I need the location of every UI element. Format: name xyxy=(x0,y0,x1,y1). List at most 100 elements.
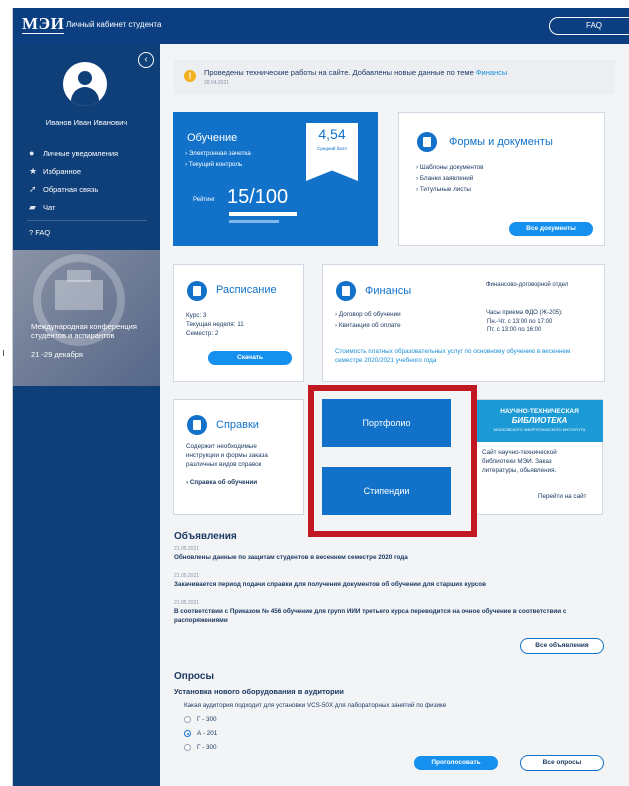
announcement-date: 21.05.2021 xyxy=(174,573,200,579)
certificate-icon xyxy=(187,415,207,435)
poll-option-label: Г - 300 xyxy=(197,744,217,751)
poll-option[interactable]: Г - 300 xyxy=(184,716,217,723)
highlight-frame xyxy=(308,385,477,537)
gpa-label: Средний балл xyxy=(317,146,347,151)
sidebar-item-label: Обратная связь xyxy=(43,184,99,194)
hours-fri: Пт. с 13:00 по 16:00 xyxy=(487,327,542,333)
gpa-ribbon: 4,54 Средний балл xyxy=(306,123,358,181)
study-certificate-link[interactable]: Справка об обучении xyxy=(186,479,257,490)
gpa-value: 4,54 xyxy=(318,126,346,142)
receipt-link[interactable]: Квитанция об оплате xyxy=(335,322,401,333)
semester: Семестр: 2 xyxy=(186,330,219,337)
schedule-card: Расписание Курс: 3 Текущая неделя: 11 Се… xyxy=(173,264,304,382)
title-pages-link[interactable]: Титульные листы xyxy=(416,186,484,197)
collapse-sidebar-icon[interactable]: ‹ xyxy=(138,52,154,68)
finance-links: Договор об обучении Квитанция об оплате xyxy=(335,311,401,333)
notice-date: 28.04.2021 xyxy=(204,80,230,86)
certificates-card: Справки Содержит необходимые инструкции … xyxy=(173,399,304,515)
documents-title: Формы и документы xyxy=(449,136,553,148)
star-icon: ★ xyxy=(29,165,38,176)
rating-value: 15/100 xyxy=(227,186,289,208)
study-links: Электронная зачетка Текущий контроль xyxy=(185,150,251,172)
notice-link[interactable]: Финансы xyxy=(476,68,508,77)
library-card: НАУЧНО-ТЕХНИЧЕСКАЯ БИБЛИОТЕКА МОСКОВСКОГ… xyxy=(475,399,603,515)
avatar-body-shape xyxy=(71,87,99,106)
finance-dept-title: Финансово-договорной отдел xyxy=(486,282,569,288)
library-head-line1: НАУЧНО-ТЕХНИЧЕСКАЯ xyxy=(500,408,579,415)
warning-icon: ! xyxy=(184,70,196,82)
mei-logo[interactable]: МЭИ xyxy=(22,15,65,34)
top-bar: МЭИ Личный кабинет студента FAQ xyxy=(13,8,629,44)
banner-date: 21 -29 декабря xyxy=(31,350,83,359)
library-logo-banner[interactable]: НАУЧНО-ТЕХНИЧЕСКАЯ БИБЛИОТЕКА МОСКОВСКОГ… xyxy=(476,400,603,442)
poll-option-label: А - 201 xyxy=(197,730,218,737)
vote-button[interactable]: Проголосовать xyxy=(414,756,498,770)
poll-option-selected[interactable]: А - 201 xyxy=(184,730,217,737)
calendar-icon xyxy=(187,281,207,301)
announcement-link[interactable]: Обновлены данные по защитам студентов в … xyxy=(174,553,604,562)
radio-button[interactable] xyxy=(184,716,191,723)
forms-link[interactable]: Бланки заявлений xyxy=(416,175,484,186)
sidebar-item-label: Личные уведомления xyxy=(43,148,119,158)
certificates-links: Справка об обучении xyxy=(186,479,257,490)
templates-link[interactable]: Шаблоны документов xyxy=(416,164,484,175)
all-polls-button[interactable]: Все опросы xyxy=(520,755,604,771)
documents-icon xyxy=(417,132,437,152)
all-announcements-button[interactable]: Все объявления xyxy=(520,638,604,654)
rating-label: Рейтинг xyxy=(193,197,216,203)
conference-banner[interactable]: Международная конференция студентов и ас… xyxy=(13,250,160,386)
sidebar-menu: ● Личные уведомления ★ Избранное ➚ Обрат… xyxy=(29,144,118,216)
current-week: Текущая неделя: 11 xyxy=(186,321,244,328)
sidebar-item-feedback[interactable]: ➚ Обратная связь xyxy=(29,180,118,198)
info-icon: ● xyxy=(29,148,35,158)
sidebar: ‹ Иванов Иван Иванович ● Личные уведомле… xyxy=(13,44,160,786)
sidebar-item-chat[interactable]: ▰ Чат xyxy=(29,198,118,216)
hours-mon-thu: Пн.-Чт. с 13:00 по 17:00 xyxy=(487,318,553,325)
course-number: Курс: 3 xyxy=(186,312,207,319)
chat-icon: ▰ xyxy=(29,201,36,212)
rating-bar-secondary xyxy=(229,220,279,223)
radio-button[interactable] xyxy=(184,744,191,751)
radio-button-checked[interactable] xyxy=(184,730,191,737)
sidebar-item-faq[interactable]: ? FAQ xyxy=(29,228,50,237)
avatar[interactable] xyxy=(63,62,107,106)
sidebar-item-label: Чат xyxy=(43,202,56,212)
announcement-link[interactable]: Закачивается период подачи справки для п… xyxy=(174,580,604,589)
announcement-link[interactable]: В соответствии с Приказом № 456 обучение… xyxy=(174,607,608,625)
poll-option[interactable]: Г - 300 xyxy=(184,744,217,751)
contract-link[interactable]: Договор об обучении xyxy=(335,311,401,322)
tuition-cost-link[interactable]: Стоимость платных образовательных услуг … xyxy=(335,347,593,365)
announcements-title: Объявления xyxy=(174,531,237,542)
poll-subquestion: Какая аудитория подходит для установки V… xyxy=(184,702,447,709)
library-site-link[interactable]: Перейти на сайт xyxy=(538,492,586,501)
sidebar-item-favorites[interactable]: ★ Избранное xyxy=(29,162,118,180)
faq-button[interactable]: FAQ xyxy=(549,17,629,35)
library-description: Сайт научно-технической библиотеки МЭИ. … xyxy=(482,449,557,474)
rating-bar xyxy=(229,212,297,216)
schedule-title: Расписание xyxy=(216,284,277,296)
notice-text: Проведены технические работы на сайте. Д… xyxy=(204,68,508,77)
study-card: Обучение Электронная зачетка Текущий кон… xyxy=(173,112,378,246)
notice-banner: ! Проведены технические работы на сайте.… xyxy=(174,60,615,94)
grade-book-link[interactable]: Электронная зачетка xyxy=(185,150,251,161)
finance-hours: Часы приема ФДО (Ж-205): Пн.-Чт. с 13:00… xyxy=(486,309,563,335)
download-schedule-button[interactable]: Скачать xyxy=(208,351,292,365)
all-documents-button[interactable]: Все документы xyxy=(509,222,593,236)
site-title: Личный кабинет студента xyxy=(66,20,162,29)
finance-icon xyxy=(336,281,356,301)
current-control-link[interactable]: Текущий контроль xyxy=(185,161,251,172)
user-name[interactable]: Иванов Иван Иванович xyxy=(13,118,160,127)
library-head-line2: БИБЛИОТЕКА xyxy=(511,416,568,425)
certificates-description: Содержит необходимые инструкции и формы … xyxy=(186,443,268,468)
banner-building xyxy=(55,280,103,310)
schedule-info: Курс: 3 Текущая неделя: 11 Семестр: 2 xyxy=(186,311,244,338)
app-window: МЭИ Личный кабинет студента FAQ ‹ Иванов… xyxy=(12,8,629,786)
announcement-date: 21.05.2021 xyxy=(174,546,200,552)
documents-links: Шаблоны документов Бланки заявлений Титу… xyxy=(416,164,484,197)
finance-title: Финансы xyxy=(365,285,412,297)
announcement-date: 21.05.2021 xyxy=(174,600,200,606)
sidebar-item-notifications[interactable]: ● Личные уведомления xyxy=(29,144,118,162)
finance-card: Финансы Договор об обучении Квитанция об… xyxy=(322,264,605,382)
poll-option-label: Г - 300 xyxy=(197,716,217,723)
poll-question: Установка нового оборудования в аудитори… xyxy=(174,687,344,696)
